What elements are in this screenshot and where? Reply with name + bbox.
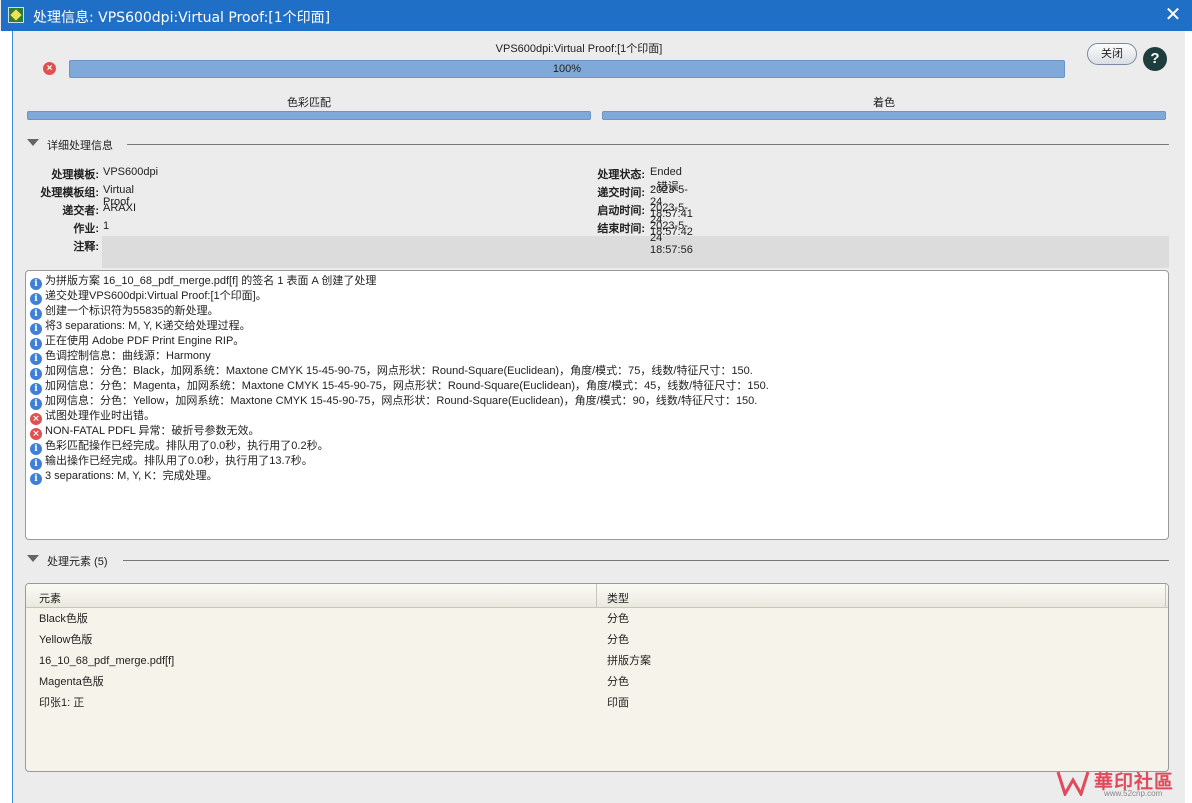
submit-time-key: 递交时间: <box>597 187 645 199</box>
element-type-cell: 分色 <box>607 634 629 646</box>
log-text: 试图处理作业时出错。 <box>45 410 155 422</box>
log-text: 色彩匹配操作已经完成。排队用了0.0秒，执行用了0.2秒。 <box>45 440 329 452</box>
element-name-cell: Yellow色版 <box>39 634 93 646</box>
dialog-content: VPS600dpi:Virtual Proof:[1个印面] × 100% 关闭… <box>13 31 1186 803</box>
table-row[interactable]: 16_10_68_pdf_merge.pdf[f] 拼版方案 <box>26 651 1168 672</box>
log-line: × NON-FATAL PDFL 异常：破折号参数无效。 <box>30 424 1164 440</box>
element-name-cell: Black色版 <box>39 613 88 625</box>
background-app-strip-right <box>1185 31 1192 803</box>
start-time-key: 启动时间: <box>597 205 645 217</box>
overall-progress-bar: 100% <box>69 60 1065 78</box>
notes-key: 注释: <box>73 241 99 253</box>
progress-text: 100% <box>552 63 582 75</box>
job-value: 1 <box>103 220 110 232</box>
column-separator[interactable] <box>1165 584 1166 608</box>
stage-progress-render <box>602 111 1166 120</box>
watermark: 華印社區 www.52cnp.com <box>1056 767 1188 801</box>
log-text: 输出操作已经完成。排队用了0.0秒，执行用了13.7秒。 <box>45 455 313 467</box>
element-type-cell: 分色 <box>607 676 629 688</box>
log-text: 加网信息：分色：Yellow，加网系统：Maxtone CMYK 15-45-9… <box>45 395 758 407</box>
log-line: i 色彩匹配操作已经完成。排队用了0.0秒，执行用了0.2秒。 <box>30 439 1164 455</box>
close-icon[interactable]: ✕ <box>1161 3 1185 27</box>
log-text: NON-FATAL PDFL 异常：破折号参数无效。 <box>45 425 260 437</box>
log-text: 加网信息：分色：Magenta，加网系统：Maxtone CMYK 15-45-… <box>45 380 769 392</box>
log-line: i 将3 separations: M, Y, K递交给处理过程。 <box>30 319 1164 335</box>
log-text: 递交处理VPS600dpi:Virtual Proof:[1个印面]。 <box>45 290 267 302</box>
column-header-type[interactable]: 类型 <box>607 590 629 606</box>
collapse-triangle-icon[interactable] <box>27 139 39 146</box>
element-type-cell: 分色 <box>607 613 629 625</box>
template-key: 处理模板: <box>51 169 99 181</box>
watermark-logo-icon <box>1056 771 1090 796</box>
template-group-key: 处理模板组: <box>40 187 99 199</box>
details-section-header: 详细处理信息 <box>27 137 1169 153</box>
column-separator[interactable] <box>596 584 597 608</box>
element-name-cell: 印张1: 正 <box>39 697 85 709</box>
elements-table: 元素 类型 Black色版 分色 Yellow色版 分色 16_10_68_pdf_me… <box>25 583 1169 772</box>
log-text: 为拼版方案 16_10_68_pdf_merge.pdf[f] 的签名 1 表面… <box>45 275 377 287</box>
submitter-key: 递交者: <box>62 205 99 217</box>
section-divider <box>123 560 1169 561</box>
log-text: 创建一个标识符为55835的新处理。 <box>45 305 219 317</box>
submitter-value: ARAXI <box>103 202 137 214</box>
column-header-element[interactable]: 元素 <box>39 590 61 606</box>
template-value: VPS600dpi <box>103 166 159 178</box>
watermark-url: www.52cnp.com <box>1104 789 1163 798</box>
process-log[interactable]: i 为拼版方案 16_10_68_pdf_merge.pdf[f] 的签名 1 表… <box>25 270 1169 540</box>
window-title: 处理信息: VPS600dpi:Virtual Proof:[1个印面] <box>33 10 331 26</box>
table-row[interactable]: Yellow色版 分色 <box>26 630 1168 651</box>
collapse-triangle-icon[interactable] <box>27 555 39 562</box>
close-button[interactable]: 关闭 <box>1087 43 1137 65</box>
log-line: × 试图处理作业时出错。 <box>30 409 1164 425</box>
log-text: 将3 separations: M, Y, K递交给处理过程。 <box>45 320 251 332</box>
table-row[interactable]: Magenta色版 分色 <box>26 672 1168 693</box>
info-icon: i <box>30 473 42 485</box>
title-bar: 处理信息: VPS600dpi:Virtual Proof:[1个印面] ✕ <box>1 0 1192 31</box>
details-section-label: 详细处理信息 <box>47 137 117 153</box>
table-header: 元素 类型 <box>26 584 1168 608</box>
element-name-cell: Magenta色版 <box>39 676 104 688</box>
elements-section-label: 处理元素 (5) <box>47 553 112 569</box>
log-line: i 创建一个标识符为55835的新处理。 <box>30 304 1164 320</box>
log-line: i 输出操作已经完成。排队用了0.0秒，执行用了13.7秒。 <box>30 454 1164 470</box>
section-divider <box>127 144 1169 145</box>
log-line: i 色调控制信息：曲线源：Harmony <box>30 349 1164 365</box>
help-button[interactable]: ? <box>1143 47 1167 71</box>
app-icon <box>8 7 24 23</box>
notes-field[interactable] <box>102 236 1169 268</box>
log-text: 色调控制信息：曲线源：Harmony <box>45 350 211 362</box>
log-text: 加网信息：分色：Black，加网系统：Maxtone CMYK 15-45-90… <box>45 365 753 377</box>
elements-section-header: 处理元素 (5) <box>27 553 1169 569</box>
log-line: i 正在使用 Adobe PDF Print Engine RIP。 <box>30 334 1164 350</box>
end-time-value: 2023-5-24 18:57:56 <box>650 220 693 256</box>
log-line: i3 separations: M, Y, K：完成处理。 <box>30 469 1164 485</box>
stage-label-color-match: 色彩匹配 <box>287 97 331 109</box>
log-line: i 加网信息：分色：Magenta，加网系统：Maxtone CMYK 15-45… <box>30 379 1164 395</box>
status-key: 处理状态: <box>597 169 645 181</box>
job-caption: VPS600dpi:Virtual Proof:[1个印面] <box>495 43 663 55</box>
log-line: i 加网信息：分色：Black，加网系统：Maxtone CMYK 15-45-9… <box>30 364 1164 380</box>
log-text: 正在使用 Adobe PDF Print Engine RIP。 <box>45 335 245 347</box>
stage-label-render: 着色 <box>873 97 895 109</box>
element-type-cell: 印面 <box>607 697 629 709</box>
log-line: i 递交处理VPS600dpi:Virtual Proof:[1个印面]。 <box>30 289 1164 305</box>
element-name-cell: 16_10_68_pdf_merge.pdf[f] <box>39 655 175 667</box>
stage-progress-color-match <box>27 111 591 120</box>
table-row[interactable]: Black色版 分色 <box>26 609 1168 630</box>
log-line: i 为拼版方案 16_10_68_pdf_merge.pdf[f] 的签名 1 表… <box>30 274 1164 290</box>
end-time-key: 结束时间: <box>597 223 645 235</box>
error-status-icon: × <box>43 62 56 75</box>
job-key: 作业: <box>73 223 99 235</box>
background-app-strip <box>0 31 12 803</box>
log-text: 3 separations: M, Y, K：完成处理。 <box>45 470 218 482</box>
table-row[interactable]: 印张1: 正 印面 <box>26 693 1168 714</box>
element-type-cell: 拼版方案 <box>607 655 651 667</box>
log-line: i 加网信息：分色：Yellow，加网系统：Maxtone CMYK 15-45-… <box>30 394 1164 410</box>
process-info-dialog: 处理信息: VPS600dpi:Virtual Proof:[1个印面] ✕ V… <box>1 0 1192 803</box>
